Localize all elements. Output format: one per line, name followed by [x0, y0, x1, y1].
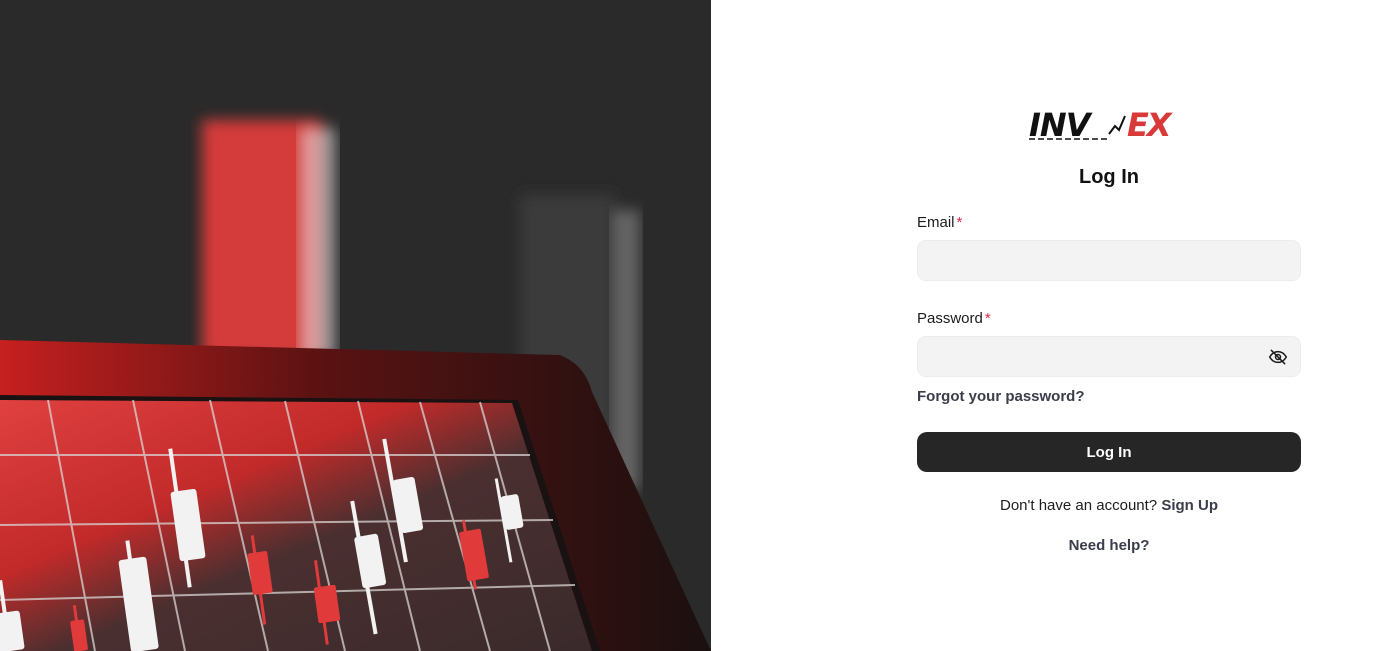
required-mark: * — [984, 310, 991, 327]
forgot-password-link[interactable]: Forgot your password? — [917, 388, 1085, 405]
show-password-toggle[interactable] — [1267, 346, 1289, 368]
hero-illustration — [0, 0, 711, 651]
login-panel: INV EX Log In Email * Password * Forgot yo… — [711, 0, 1391, 651]
logo-text-inv: INV — [1029, 108, 1093, 142]
email-label-text: Email — [917, 214, 955, 231]
password-label-text: Password — [917, 310, 983, 327]
password-field[interactable] — [917, 336, 1301, 377]
need-help-link[interactable]: Need help? — [917, 537, 1301, 554]
required-mark: * — [956, 214, 963, 231]
email-label: Email * — [917, 214, 962, 231]
password-label: Password * — [917, 310, 991, 327]
logo-text-ex: EX — [1127, 108, 1173, 142]
logo-zigzag-icon — [1108, 115, 1126, 135]
signup-prompt: Don't have an account? — [1000, 497, 1158, 514]
page-title: Log In — [1079, 166, 1139, 188]
brand-logo: INV EX — [1029, 106, 1189, 144]
signup-link[interactable]: Sign Up — [1161, 497, 1218, 514]
email-field[interactable] — [917, 240, 1301, 281]
login-button[interactable]: Log In — [917, 432, 1301, 472]
candlestick-screen-image — [0, 120, 711, 651]
signup-row: Don't have an account? Sign Up — [917, 497, 1301, 514]
eye-off-icon — [1268, 349, 1288, 365]
